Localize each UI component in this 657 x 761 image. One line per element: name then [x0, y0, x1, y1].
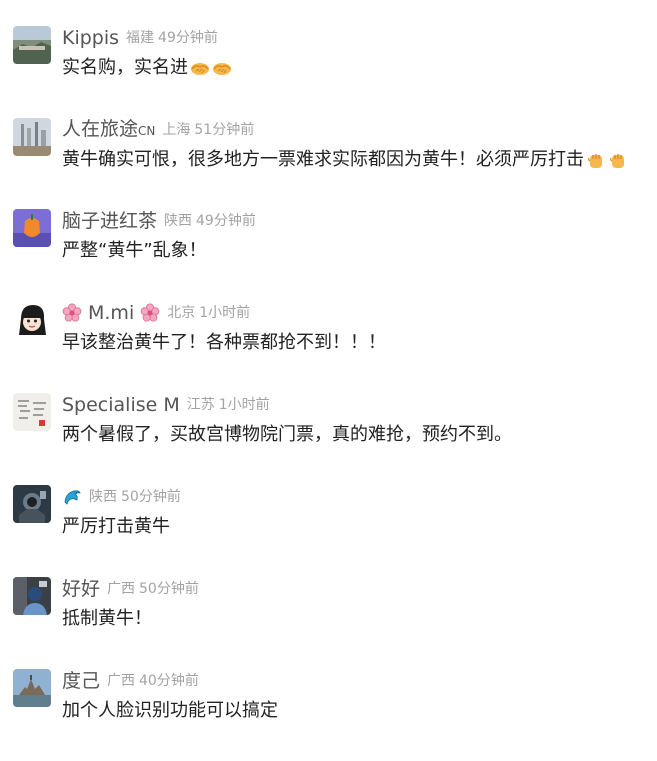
- location-label: 陕西: [164, 213, 193, 229]
- comment-meta: 脑子进红茶 陕西 49分钟前: [62, 209, 256, 233]
- comment-meta: 度己 广西 40分钟前: [62, 669, 199, 693]
- comment-text-row: 实名购，实名进: [62, 56, 232, 80]
- comment-text: 严厉打击黄牛: [62, 516, 170, 537]
- nickname[interactable]: Specialise M: [62, 393, 180, 417]
- location-label: 广西: [107, 581, 136, 597]
- comment-text-row: 早该整治黄牛了！各种票都抢不到！！！: [62, 331, 386, 355]
- comment-meta: M.mi 北京 1小时前: [62, 301, 250, 325]
- comment-meta: 人在旅途CN 上海 51分钟前: [62, 118, 254, 142]
- location-label: 江苏: [186, 397, 215, 413]
- timestamp: 50分钟前: [139, 581, 199, 597]
- comment-text-row: 加个人脸识别功能可以搞定: [62, 699, 278, 723]
- avatar[interactable]: [13, 485, 51, 523]
- comment-text: 抵制黄牛！: [62, 608, 152, 629]
- handshake-emoji: [190, 58, 210, 78]
- comment-meta: 陕西 50分钟前: [62, 485, 181, 509]
- comment-text: 早该整治黄牛了！各种票都抢不到！！！: [62, 332, 386, 353]
- timestamp: 40分钟前: [139, 673, 199, 689]
- timestamp: 1小时前: [218, 397, 270, 413]
- comment-item: M.mi 北京 1小时前 早该整治黄牛了！各种票都抢不到！！！: [0, 301, 657, 393]
- comment-item: 脑子进红茶 陕西 49分钟前 严整“黄牛”乱象！: [0, 209, 657, 301]
- comment-item: 度己 广西 40分钟前 加个人脸识别功能可以搞定: [0, 669, 657, 761]
- location-label: 上海: [162, 122, 191, 138]
- avatar[interactable]: [13, 26, 51, 64]
- location-label: 福建: [126, 30, 155, 46]
- comment-text: 黄牛确实可恨，很多地方一票难求实际都因为黄牛！必须严厉打击: [62, 149, 584, 170]
- comment-item: Kippis 福建 49分钟前 实名购，实名进: [0, 26, 657, 118]
- location-label: 北京: [167, 305, 196, 321]
- cherry-blossom-icon: [140, 303, 160, 323]
- timestamp: 51分钟前: [194, 122, 255, 138]
- handshake-emoji: [212, 58, 232, 78]
- comment-text-row: 严厉打击黄牛: [62, 515, 170, 539]
- nickname[interactable]: M.mi: [88, 301, 134, 325]
- raised-fist-emoji: [608, 150, 628, 170]
- comment-text-row: 两个暑假了，买故宫博物院门票，真的难抢，预约不到。: [62, 423, 512, 447]
- avatar[interactable]: [13, 118, 51, 156]
- nickname[interactable]: 好好: [62, 577, 100, 601]
- location-label: 陕西: [89, 489, 117, 505]
- comment-text: 严整“黄牛”乱象！: [62, 240, 207, 261]
- comment-meta: Kippis 福建 49分钟前: [62, 26, 218, 50]
- dolphin-icon: [62, 487, 82, 507]
- comment-text: 两个暑假了，买故宫博物院门票，真的难抢，预约不到。: [62, 424, 512, 445]
- timestamp: 49分钟前: [196, 213, 256, 229]
- comment-text: 加个人脸识别功能可以搞定: [62, 700, 278, 721]
- comment-item: 人在旅途CN 上海 51分钟前 黄牛确实可恨，很多地方一票难求实际都因为黄牛！必…: [0, 118, 657, 210]
- location-label: 广西: [107, 673, 136, 689]
- raised-fist-emoji: [586, 150, 606, 170]
- comment-list: Kippis 福建 49分钟前 实名购，实名进 人在旅途CN 上海 51分钟前 …: [0, 0, 657, 741]
- avatar[interactable]: [13, 301, 51, 339]
- nickname-suffix: CN: [138, 124, 156, 138]
- nickname[interactable]: 度己: [62, 669, 100, 693]
- nickname[interactable]: 人在旅途CN: [62, 117, 155, 143]
- avatar[interactable]: [13, 209, 51, 247]
- avatar[interactable]: [13, 577, 51, 615]
- timestamp: 49分钟前: [158, 30, 218, 46]
- comment-text-row: 黄牛确实可恨，很多地方一票难求实际都因为黄牛！必须严厉打击: [62, 148, 628, 172]
- avatar[interactable]: [13, 669, 51, 707]
- avatar[interactable]: [13, 393, 51, 431]
- comment-text-row: 抵制黄牛！: [62, 607, 152, 631]
- cherry-blossom-icon: [62, 303, 82, 323]
- nickname[interactable]: 脑子进红茶: [62, 209, 157, 233]
- timestamp: 1小时前: [199, 305, 251, 321]
- comment-meta: Specialise M 江苏 1小时前: [62, 393, 270, 417]
- nickname[interactable]: Kippis: [62, 26, 119, 50]
- comment-meta: 好好 广西 50分钟前: [62, 577, 199, 601]
- comment-text-row: 严整“黄牛”乱象！: [62, 239, 207, 263]
- comment-item: Specialise M 江苏 1小时前 两个暑假了，买故宫博物院门票，真的难抢…: [0, 393, 657, 485]
- timestamp: 50分钟前: [121, 489, 181, 505]
- comment-item: 陕西 50分钟前 严厉打击黄牛: [0, 485, 657, 577]
- comment-item: 好好 广西 50分钟前 抵制黄牛！: [0, 577, 657, 669]
- comment-text: 实名购，实名进: [62, 57, 188, 78]
